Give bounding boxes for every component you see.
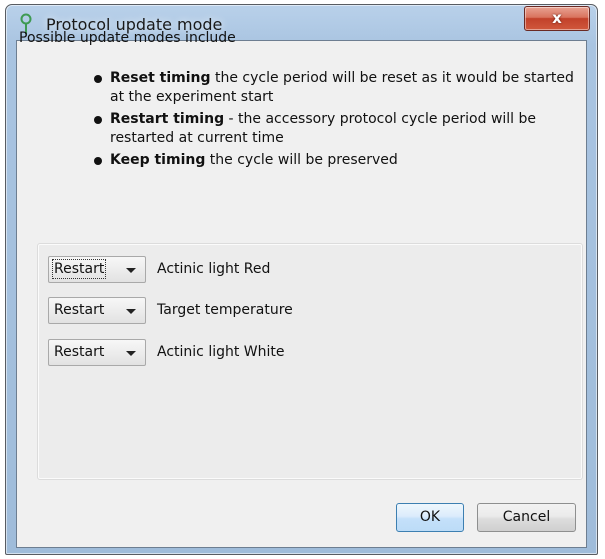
list-item: Restart timing - the accessory protocol … [89,110,575,148]
update-mode-dropdown[interactable]: Restart [48,339,146,366]
chevron-down-icon[interactable] [126,351,136,356]
mode-name: Reset timing [110,70,211,86]
parameter-label: Actinic light White [157,344,285,360]
ok-button[interactable]: OK [396,503,464,532]
chevron-down-icon[interactable] [126,309,136,314]
bullet-icon [94,157,102,165]
dropdown-value: Restart [54,344,105,360]
parameter-panel: Restart Actinic light Red Restart Target… [37,243,583,480]
dropdown-value: Restart [54,302,105,318]
cancel-button[interactable]: Cancel [477,503,576,532]
dropdown-value: Restart [51,259,107,279]
update-mode-dropdown[interactable]: Restart [48,256,146,283]
mode-name: Restart timing [110,111,225,127]
bullet-icon [94,116,102,124]
parameter-label: Actinic light Red [157,261,271,277]
update-mode-dropdown[interactable]: Restart [48,297,146,324]
mode-description: the cycle will be preserved [205,152,398,168]
chevron-down-icon[interactable] [126,268,136,273]
parameter-label: Target temperature [157,302,293,318]
intro-text: Possible update modes include [19,30,236,46]
close-button[interactable]: x [524,6,590,31]
update-mode-list: Reset timing the cycle period will be re… [89,69,575,173]
mode-name: Keep timing [110,152,206,168]
list-item: Reset timing the cycle period will be re… [89,69,575,107]
bullet-icon [94,75,102,83]
list-item: Keep timing the cycle will be preserved [89,151,575,170]
